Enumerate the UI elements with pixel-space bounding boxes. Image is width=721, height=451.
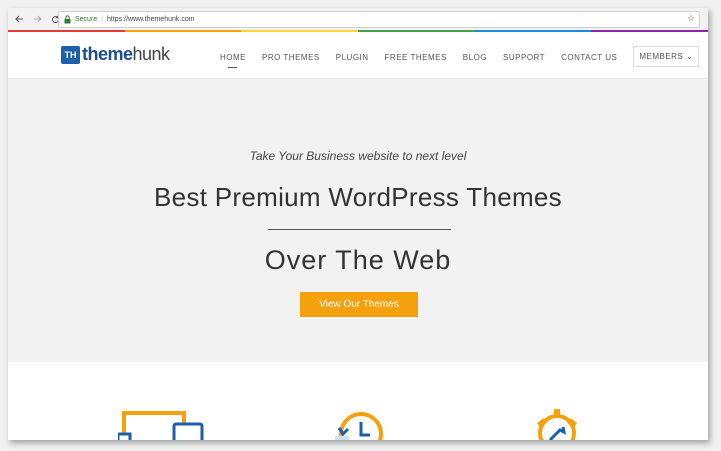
menu-item-contact-us[interactable]: CONTACT US	[561, 53, 617, 62]
hero-section: Take Your Business website to next level…	[8, 79, 708, 362]
members-label: MEMBERS	[639, 52, 684, 61]
hero-headline: Best Premium WordPress Themes	[154, 182, 562, 212]
logo-badge: TH	[61, 45, 80, 64]
back-arrow-icon[interactable]	[12, 12, 26, 26]
devices-icon	[116, 406, 204, 440]
hero-tagline: Take Your Business website to next level	[249, 149, 467, 163]
address-bar[interactable]: Secure | https://www.themehunk.com ☆	[58, 11, 700, 28]
main-menu: HOME PRO THEMES PLUGIN FREE THEMES BLOG …	[220, 46, 700, 68]
menu-item-pro-themes[interactable]: PRO THEMES	[262, 53, 320, 62]
features-section	[8, 362, 708, 440]
menu-item-plugin[interactable]: PLUGIN	[336, 53, 369, 62]
menu-item-free-themes[interactable]: FREE THEMES	[385, 53, 447, 62]
members-dropdown[interactable]: MEMBERS ⌄	[633, 46, 700, 67]
menu-item-support[interactable]: SUPPORT	[503, 53, 545, 62]
browser-window: Secure | https://www.themehunk.com ☆ TH …	[8, 8, 708, 440]
chevron-down-icon: ⌄	[686, 52, 694, 61]
logo-text-theme: theme	[82, 44, 133, 64]
gear-wrench-icon	[530, 406, 584, 440]
menu-item-blog[interactable]: BLOG	[463, 53, 487, 62]
history-clock-icon	[331, 406, 383, 440]
url-text[interactable]: https://www.themehunk.com	[107, 16, 195, 23]
address-separator: |	[101, 16, 104, 23]
view-our-themes-button[interactable]: View Our Themes	[300, 292, 418, 317]
hero-subheadline: Over The Web	[264, 245, 452, 275]
themehunk-logo[interactable]: TH theme hunk	[61, 44, 170, 65]
hero-divider	[268, 229, 451, 230]
lock-icon	[64, 15, 72, 24]
logo-text-hunk: hunk	[132, 44, 171, 64]
forward-arrow-icon[interactable]	[30, 12, 44, 26]
site-header: TH theme hunk HOME PRO THEMES PLUGIN FRE…	[8, 32, 708, 79]
bookmark-star-icon[interactable]: ☆	[687, 13, 695, 24]
menu-item-home[interactable]: HOME	[220, 53, 246, 68]
secure-label: Secure	[75, 16, 98, 23]
browser-toolbar: Secure | https://www.themehunk.com ☆	[8, 8, 708, 31]
